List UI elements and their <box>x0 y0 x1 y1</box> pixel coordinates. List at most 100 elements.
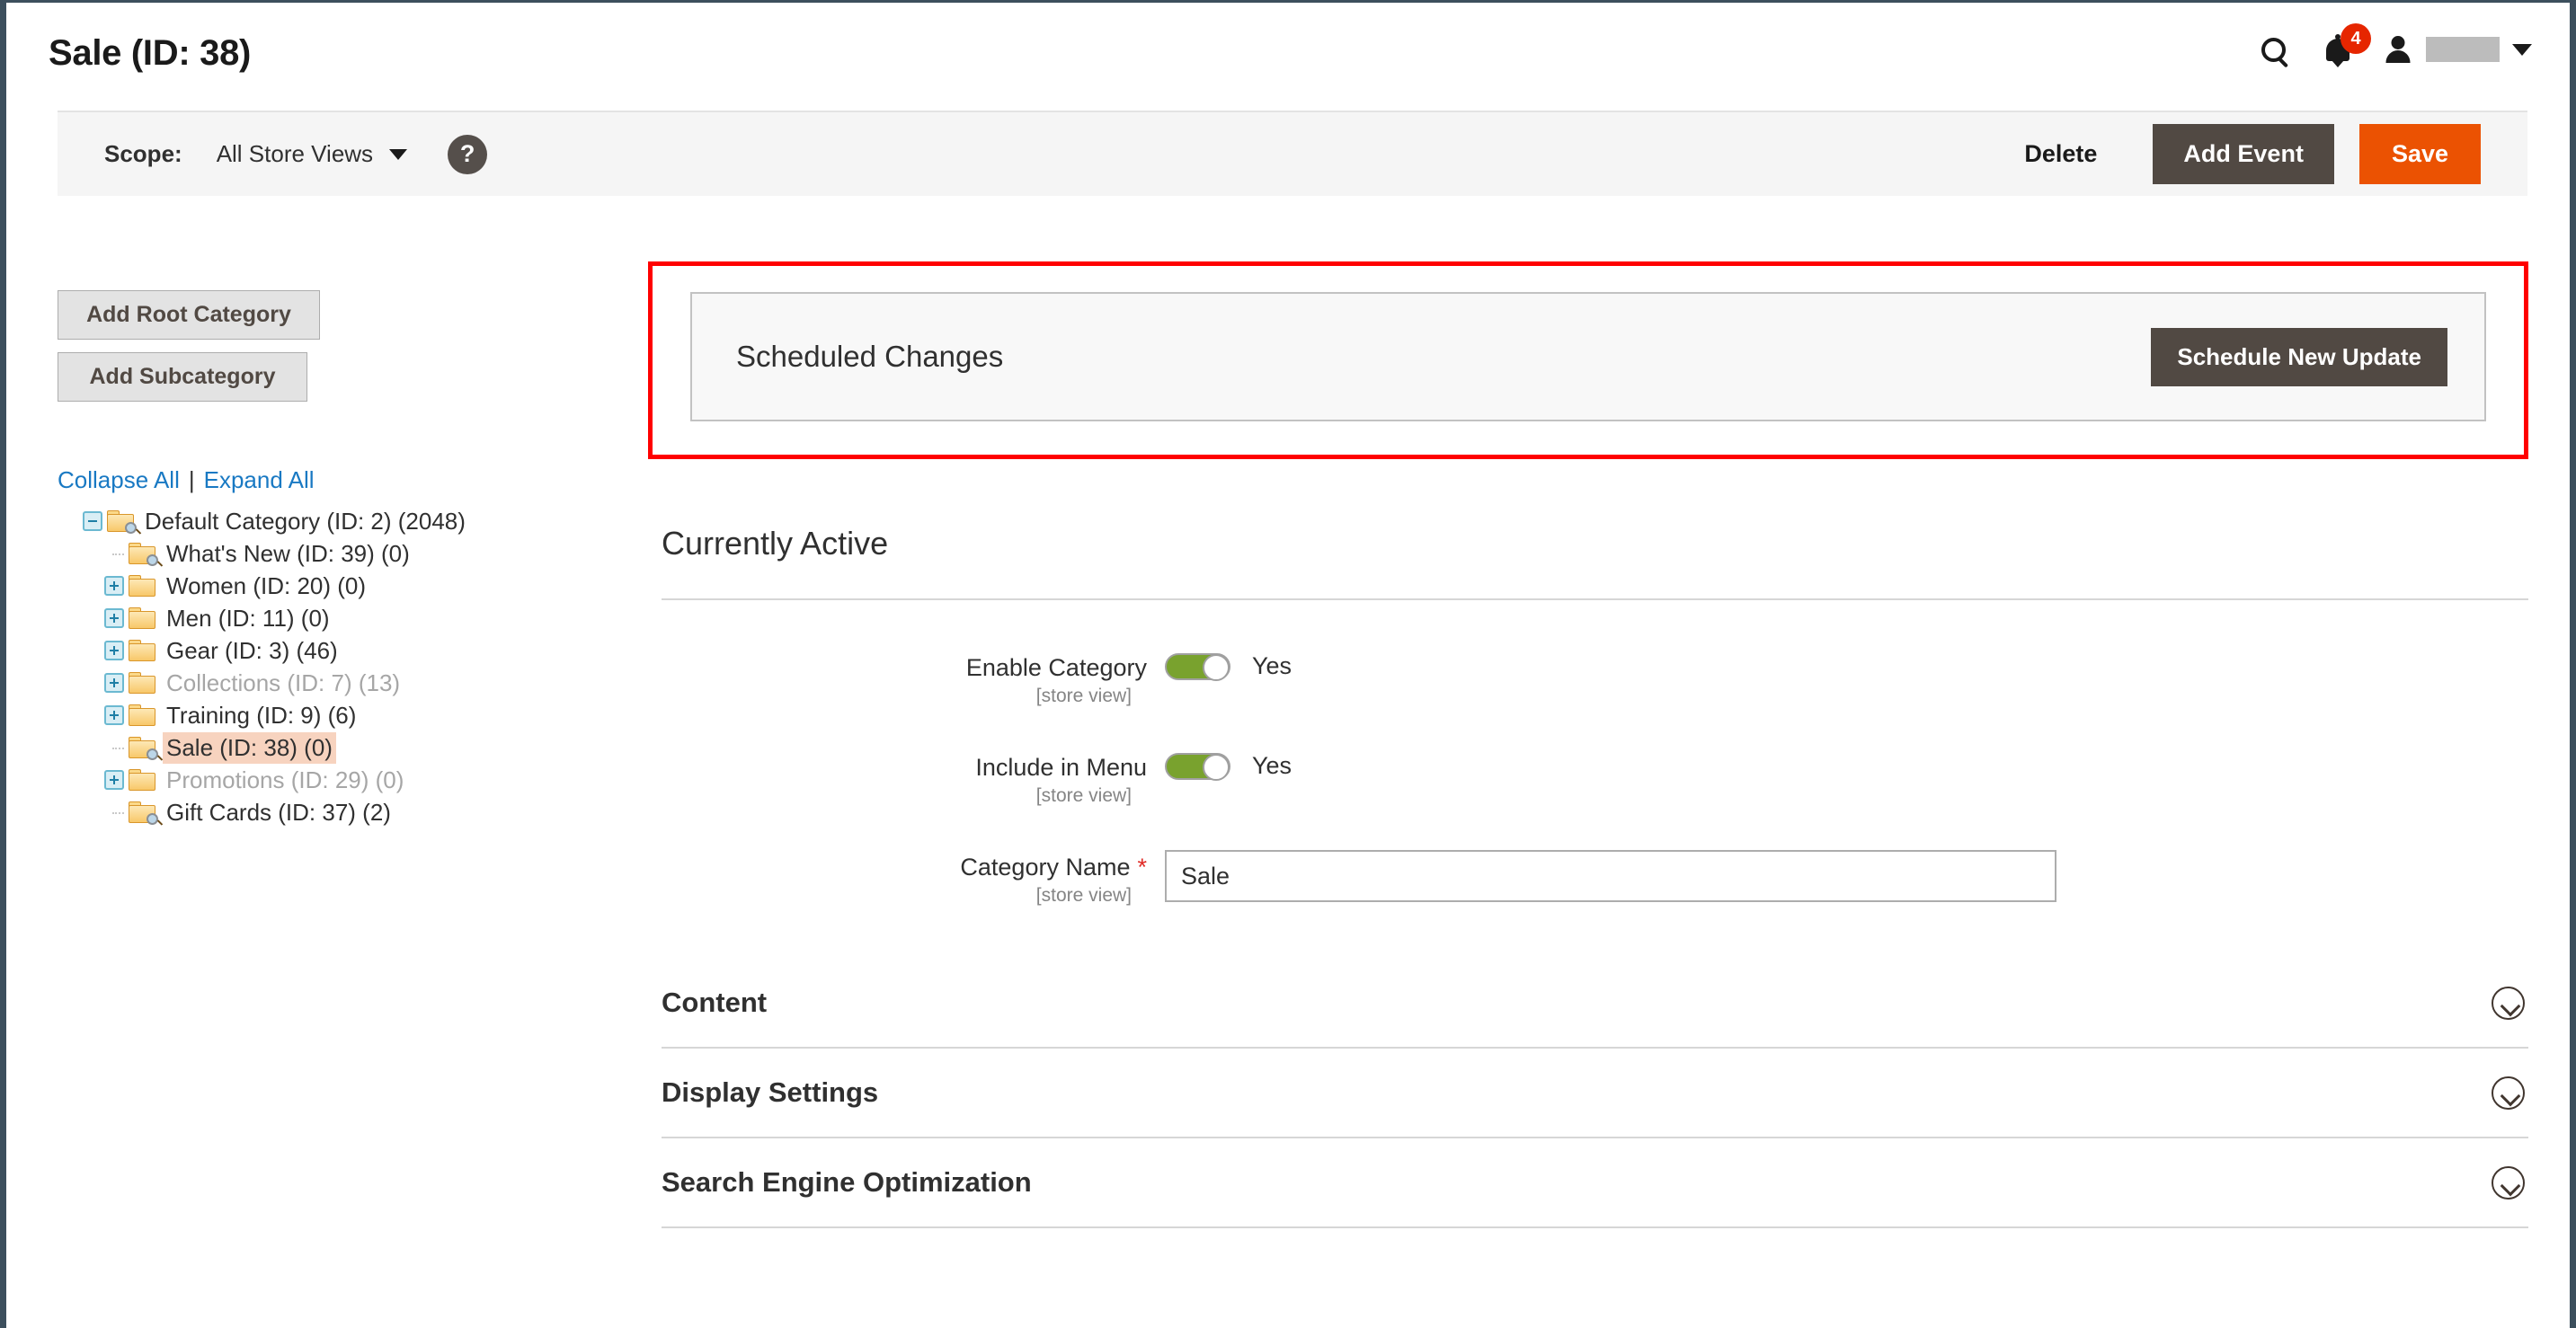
chevron-down-circle-icon[interactable] <box>2492 986 2525 1020</box>
notifications-button[interactable]: 4 <box>2305 23 2371 73</box>
collapsible-section[interactable]: Content <box>662 959 2528 1049</box>
collapse-node-icon[interactable] <box>83 511 102 531</box>
collapsible-sections: Content Display Settings Search Engine Opt… <box>648 959 2528 1228</box>
collapse-all-link[interactable]: Collapse All <box>58 466 180 493</box>
page-header: Sale (ID: 38) 4 <box>6 3 2570 111</box>
tree-node[interactable]: Men (ID: 11) (0) <box>58 602 633 634</box>
expand-node-icon[interactable] <box>104 608 124 628</box>
scheduled-changes-annotation: Scheduled Changes Schedule New Update <box>648 261 2528 459</box>
main-content: Scheduled Changes Schedule New Update Cu… <box>648 261 2528 1228</box>
field-label: Enable Category <box>965 654 1147 681</box>
form-row: Include in Menu [store view] Yes <box>648 750 2528 807</box>
add-event-button[interactable]: Add Event <box>2153 124 2334 184</box>
category-tree: Default Category (ID: 2) (2048) What's Ne… <box>58 505 633 828</box>
field-scope-note: [store view] <box>1035 686 1132 706</box>
add-root-category-button[interactable]: Add Root Category <box>58 290 320 340</box>
tree-node[interactable]: Gear (ID: 3) (46) <box>58 634 633 667</box>
admin-page: Sale (ID: 38) 4 Scope: All Store Views ?… <box>0 0 2576 1328</box>
toggle-switch[interactable] <box>1165 653 1230 681</box>
expand-all-link[interactable]: Expand All <box>204 466 315 493</box>
collapsible-title: Content <box>662 987 768 1018</box>
field-label-wrap: Category Name * [store view] <box>662 850 1165 907</box>
field-label: Include in Menu <box>975 754 1147 781</box>
expand-node-icon[interactable] <box>104 770 124 790</box>
required-asterisk: * <box>1137 854 1147 881</box>
add-subcategory-button[interactable]: Add Subcategory <box>58 352 307 402</box>
expand-node-icon[interactable] <box>104 673 124 693</box>
folder-icon <box>129 640 155 661</box>
page-title: Sale (ID: 38) <box>49 33 252 73</box>
currently-active-heading: Currently Active <box>662 525 889 562</box>
chevron-down-circle-icon[interactable] <box>2492 1165 2525 1200</box>
bell-wrap: 4 <box>2317 23 2371 70</box>
form-row: Enable Category [store view] Yes <box>648 651 2528 707</box>
folder-icon <box>129 704 155 726</box>
tree-node-label[interactable]: Default Category (ID: 2) (2048) <box>141 506 469 537</box>
tree-controls: Collapse All | Expand All <box>58 466 633 494</box>
scheduled-changes-panel: Scheduled Changes Schedule New Update <box>690 292 2486 421</box>
expand-node-icon[interactable] <box>104 641 124 660</box>
search-icon <box>2261 37 2286 62</box>
scheduled-changes-title: Scheduled Changes <box>736 340 1004 373</box>
tree-controls-separator: | <box>188 466 195 493</box>
category-sidebar: Add Root Category Add Subcategory Collap… <box>58 290 633 828</box>
field-label-wrap: Enable Category [store view] <box>662 651 1165 707</box>
question-mark-icon[interactable]: ? <box>448 134 488 174</box>
field-label-wrap: Include in Menu [store view] <box>662 750 1165 807</box>
folder-icon <box>129 607 155 629</box>
tree-node-label[interactable]: Gift Cards (ID: 37) (2) <box>163 797 395 828</box>
form-row: Category Name * [store view] <box>648 850 2528 907</box>
collapsible-title: Display Settings <box>662 1076 879 1108</box>
tree-connector <box>104 544 129 563</box>
tree-node[interactable]: Gift Cards (ID: 37) (2) <box>58 796 633 828</box>
tree-connector <box>104 738 129 757</box>
tree-node[interactable]: Training (ID: 9) (6) <box>58 699 633 731</box>
tree-connector <box>104 802 129 822</box>
collapsible-section[interactable]: Search Engine Optimization <box>662 1138 2528 1228</box>
folder-search-icon <box>107 510 137 534</box>
tree-node-label[interactable]: Gear (ID: 3) (46) <box>163 635 342 667</box>
tree-node-label[interactable]: Training (ID: 9) (6) <box>163 700 360 731</box>
header-tools: 4 <box>2241 23 2532 73</box>
tree-node-label[interactable]: Women (ID: 20) (0) <box>163 571 369 602</box>
folder-icon <box>129 672 155 694</box>
tree-node[interactable]: Default Category (ID: 2) (2048) <box>58 505 633 537</box>
toggle-value-label: Yes <box>1252 752 1292 779</box>
user-name-redacted <box>2426 37 2500 62</box>
tree-node[interactable]: Women (ID: 20) (0) <box>58 570 633 602</box>
folder-search-icon <box>129 737 158 760</box>
toggle-switch[interactable] <box>1165 753 1230 781</box>
delete-button[interactable]: Delete <box>2024 140 2097 168</box>
scope-switcher[interactable]: All Store Views <box>217 140 373 168</box>
toggle-knob <box>1203 754 1230 781</box>
tree-node[interactable]: Promotions (ID: 29) (0) <box>58 764 633 796</box>
collapsible-section[interactable]: Display Settings <box>662 1049 2528 1138</box>
tree-node[interactable]: Collections (ID: 7) (13) <box>58 667 633 699</box>
user-icon[interactable] <box>2385 36 2412 63</box>
field-label: Category Name <box>960 854 1131 881</box>
tree-node[interactable]: What's New (ID: 39) (0) <box>58 537 633 570</box>
collapsible-title: Search Engine Optimization <box>662 1166 1032 1198</box>
category-name-input[interactable] <box>1165 850 2056 902</box>
save-button[interactable]: Save <box>2358 124 2481 184</box>
field-scope-note: [store view] <box>1035 885 1132 906</box>
chevron-down-icon[interactable] <box>2512 43 2532 56</box>
chevron-down-circle-icon[interactable] <box>2492 1076 2525 1110</box>
tree-node-label[interactable]: What's New (ID: 39) (0) <box>163 538 413 570</box>
tree-node-label[interactable]: Men (ID: 11) (0) <box>163 603 333 634</box>
notifications-badge: 4 <box>2341 23 2371 54</box>
folder-icon <box>129 575 155 597</box>
tree-node-label[interactable]: Collections (ID: 7) (13) <box>163 668 404 699</box>
expand-node-icon[interactable] <box>104 576 124 596</box>
chevron-down-icon[interactable] <box>389 148 408 160</box>
tree-node-label[interactable]: Promotions (ID: 29) (0) <box>163 765 407 796</box>
schedule-new-update-button[interactable]: Schedule New Update <box>2151 327 2447 386</box>
search-button[interactable] <box>2241 26 2305 73</box>
expand-node-icon[interactable] <box>104 705 124 725</box>
field-scope-note: [store view] <box>1035 785 1132 806</box>
scope-label: Scope: <box>104 140 182 167</box>
tree-node[interactable]: Sale (ID: 38) (0) <box>58 731 633 764</box>
folder-search-icon <box>129 543 158 566</box>
folder-search-icon <box>129 801 158 825</box>
tree-node-label[interactable]: Sale (ID: 38) (0) <box>163 731 336 764</box>
